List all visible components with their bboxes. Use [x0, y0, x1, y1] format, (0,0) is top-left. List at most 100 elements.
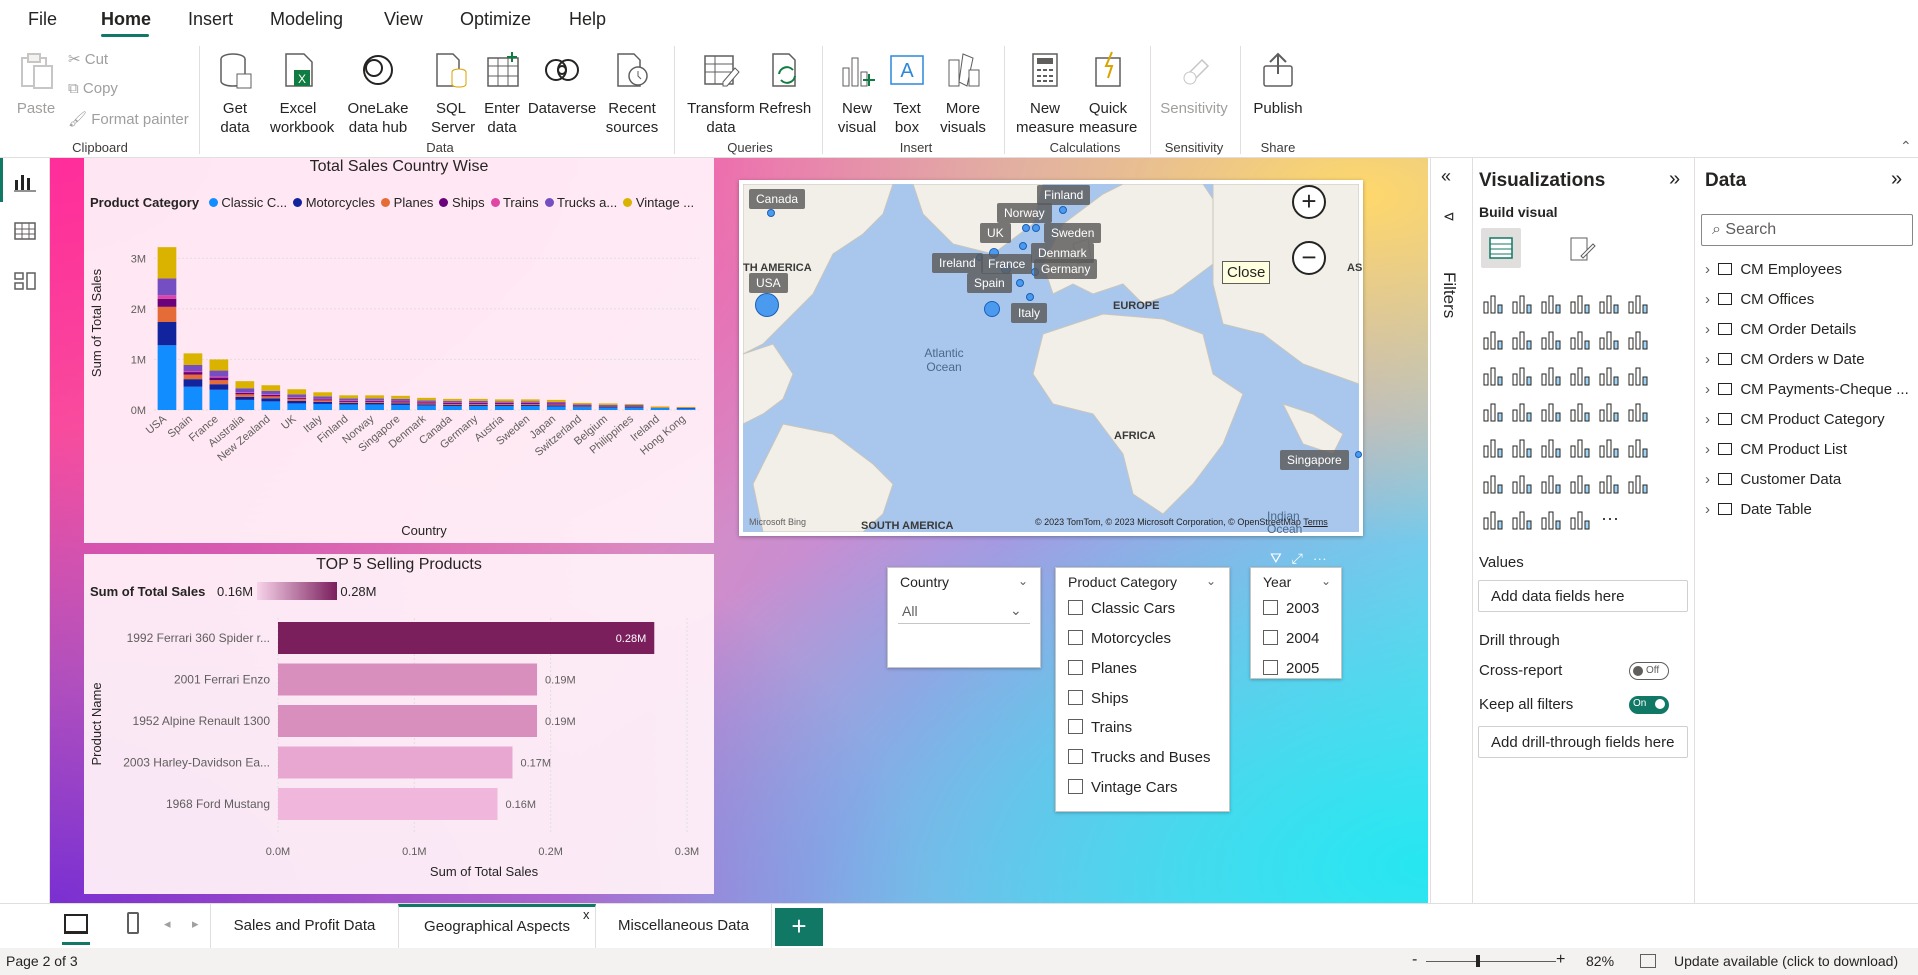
zoom-slider[interactable]: [1426, 961, 1556, 962]
new-measure-button[interactable]: New measure: [1016, 50, 1074, 137]
table-item[interactable]: › CM Employees: [1705, 261, 1842, 278]
menu-modeling[interactable]: Modeling: [270, 9, 343, 30]
update-notice[interactable]: Update available (click to download): [1674, 953, 1898, 969]
checkbox[interactable]: [1068, 660, 1083, 675]
new-visual-button[interactable]: New visual: [834, 50, 880, 137]
checkbox[interactable]: [1068, 749, 1083, 764]
excel-workbook-button[interactable]: X Excel workbook: [270, 50, 334, 137]
values-field-well[interactable]: Add data fields here: [1478, 580, 1688, 612]
python-visual-icon[interactable]: [1626, 436, 1652, 462]
next-page-icon[interactable]: ▸: [192, 916, 199, 932]
legend-entry[interactable]: Vintage ...: [623, 195, 694, 210]
terms-link[interactable]: Terms: [1303, 517, 1328, 527]
clustered-column-icon[interactable]: [1568, 292, 1594, 318]
legend-entry[interactable]: Ships: [439, 195, 485, 210]
chevron-down-icon[interactable]: ⌄: [1018, 574, 1028, 588]
chevron-down-icon[interactable]: ⌄: [1321, 574, 1331, 588]
map-bubble[interactable]: [1022, 224, 1030, 232]
zoom-slider-thumb[interactable]: [1476, 955, 1480, 967]
map-bubble[interactable]: [1016, 279, 1024, 287]
narrative-icon[interactable]: [1568, 472, 1594, 498]
refresh-button[interactable]: Refresh: [758, 50, 812, 118]
map-icon[interactable]: [1481, 400, 1507, 426]
map-bubble[interactable]: [755, 293, 779, 317]
area-icon[interactable]: [1510, 328, 1536, 354]
power-automate-icon[interactable]: [1510, 508, 1536, 534]
clustered-bar-icon[interactable]: [1539, 292, 1565, 318]
table-item[interactable]: › CM Payments-Cheque ...: [1705, 381, 1909, 398]
format-painter-button[interactable]: 🖌 Format painter: [68, 110, 189, 128]
model-view-icon[interactable]: [13, 270, 37, 292]
tab-miscellaneous[interactable]: Miscellaneous Data: [596, 904, 772, 948]
text-box-button[interactable]: A Text box: [884, 50, 930, 137]
drill-through-field-well[interactable]: Add drill-through fields here: [1478, 726, 1688, 758]
line-clustered-icon[interactable]: [1597, 328, 1623, 354]
quick-measure-button[interactable]: Quick measure: [1078, 50, 1138, 137]
menu-help[interactable]: Help: [569, 9, 606, 30]
legend-entry[interactable]: Motorcycles: [293, 195, 375, 210]
checkbox[interactable]: [1068, 630, 1083, 645]
legend-entry[interactable]: Trucks a...: [544, 195, 617, 210]
more-icon[interactable]: ···: [1597, 508, 1623, 534]
publish-button[interactable]: Publish: [1250, 50, 1306, 118]
country-slicer[interactable]: Country ⌄ All ⌄: [887, 567, 1041, 668]
category-option[interactable]: Ships: [1068, 690, 1129, 707]
collapse-pane-icon[interactable]: »: [1669, 168, 1680, 191]
r-visual-icon[interactable]: [1597, 436, 1623, 462]
azure-map-icon[interactable]: [1539, 400, 1565, 426]
filled-map-icon[interactable]: [1510, 400, 1536, 426]
copy-button[interactable]: ⧉ Copy: [68, 80, 118, 97]
filters-pane-collapsed[interactable]: « ⊲ Filters: [1430, 158, 1472, 903]
metrics-icon[interactable]: [1626, 472, 1652, 498]
stacked-area-icon[interactable]: [1539, 328, 1565, 354]
legend-entry[interactable]: Classic C...: [208, 195, 287, 210]
100-column-icon[interactable]: [1626, 292, 1652, 318]
build-visual-tab[interactable]: [1481, 228, 1521, 268]
card-icon[interactable]: [1597, 400, 1623, 426]
year-option[interactable]: 2004: [1263, 630, 1319, 647]
sql-server-button[interactable]: SQL Server: [428, 50, 475, 137]
checkbox[interactable]: [1068, 600, 1083, 615]
scatter-icon[interactable]: [1539, 364, 1565, 390]
stacked-column-icon[interactable]: [1510, 292, 1536, 318]
multi-card-icon[interactable]: [1626, 400, 1652, 426]
map-bubble[interactable]: [1019, 242, 1027, 250]
map-bubble[interactable]: [1059, 206, 1067, 214]
chevron-down-icon[interactable]: ⌄: [1206, 574, 1216, 588]
zoom-out-button[interactable]: -: [1412, 951, 1417, 969]
menu-home[interactable]: Home: [101, 9, 151, 30]
zoom-out-button[interactable]: −: [1292, 241, 1326, 275]
line-icon[interactable]: [1481, 328, 1507, 354]
dataverse-button[interactable]: Dataverse: [527, 50, 597, 118]
fit-to-page-icon[interactable]: [1640, 954, 1656, 968]
country-dropdown[interactable]: All ⌄: [898, 600, 1030, 624]
paginated-icon[interactable]: [1597, 472, 1623, 498]
key-influencers-icon[interactable]: [1481, 472, 1507, 498]
map-bubble[interactable]: [767, 209, 775, 217]
100-bar-icon[interactable]: [1597, 292, 1623, 318]
table-item[interactable]: › CM Orders w Date: [1705, 351, 1865, 368]
stacked-bar-icon[interactable]: [1481, 292, 1507, 318]
more-visuals-button[interactable]: More visuals: [935, 50, 991, 137]
waterfall-icon[interactable]: [1481, 364, 1507, 390]
category-option[interactable]: Trains: [1068, 719, 1132, 736]
table-item[interactable]: › CM Product Category: [1705, 411, 1885, 428]
checkbox[interactable]: [1068, 779, 1083, 794]
menu-insert[interactable]: Insert: [188, 9, 233, 30]
desktop-layout-icon[interactable]: [64, 914, 88, 934]
legend-entry[interactable]: Planes: [381, 195, 433, 210]
year-slicer[interactable]: Year ⌄ 2003 2004 2005: [1250, 567, 1342, 679]
top5-products-chart[interactable]: TOP 5 Selling Products Sum of Total Sale…: [84, 554, 714, 894]
pie-icon[interactable]: [1568, 364, 1594, 390]
recent-sources-button[interactable]: Recent sources: [602, 50, 662, 137]
category-option[interactable]: Vintage Cars: [1068, 779, 1177, 796]
table-item[interactable]: › CM Product List: [1705, 441, 1847, 458]
zoom-in-button[interactable]: +: [1556, 951, 1565, 969]
mobile-layout-icon[interactable]: [127, 912, 139, 934]
funnel-icon[interactable]: [1510, 364, 1536, 390]
checkbox[interactable]: [1263, 630, 1278, 645]
power-apps-icon[interactable]: [1481, 508, 1507, 534]
line-column-icon[interactable]: [1568, 328, 1594, 354]
search-input[interactable]: ⌕ Search: [1701, 214, 1913, 246]
category-option[interactable]: Planes: [1068, 660, 1137, 677]
